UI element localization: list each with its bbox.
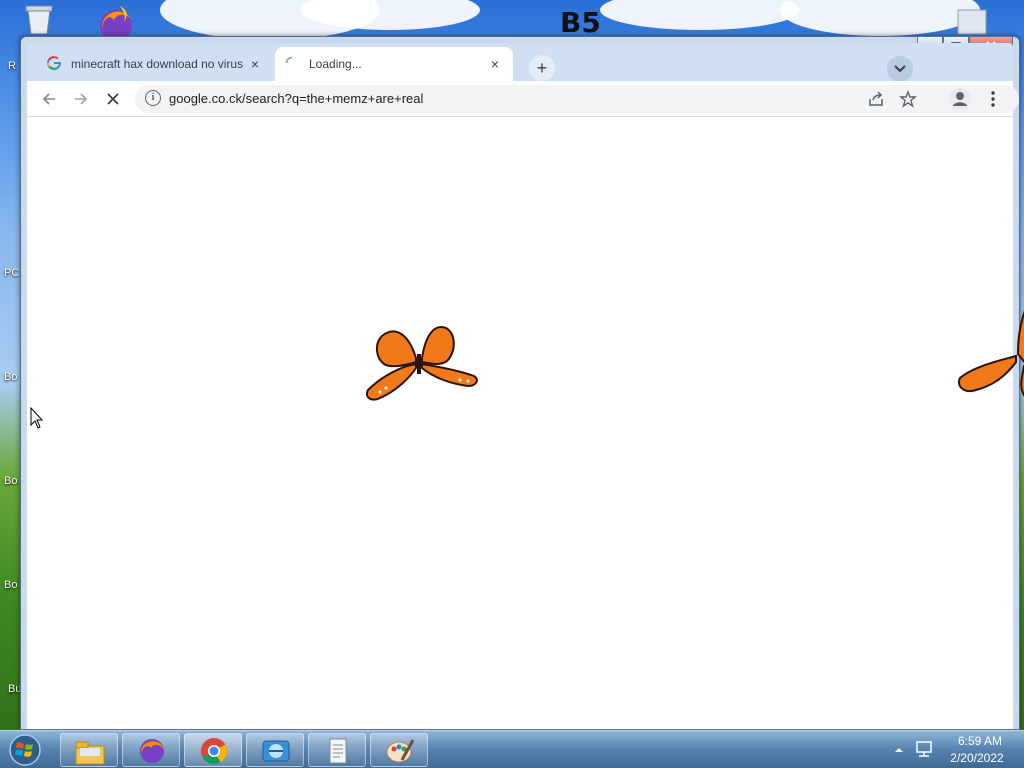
- tab-title: minecraft hax download no virus: [71, 57, 244, 71]
- new-tab-button[interactable]: +: [529, 55, 555, 81]
- taskbar-app-file-explorer[interactable]: [60, 733, 118, 767]
- desktop-label[interactable]: Bo: [4, 371, 17, 383]
- taskbar-app-paint[interactable]: [370, 733, 428, 767]
- network-icon[interactable]: [914, 739, 934, 759]
- tab-loading[interactable]: Loading... ×: [275, 47, 513, 81]
- taskbar-app-notepad[interactable]: [308, 733, 366, 767]
- clock-date[interactable]: 2/20/2022: [944, 751, 1010, 765]
- loading-spinner-icon: [285, 56, 299, 73]
- start-button[interactable]: [6, 733, 44, 767]
- tab-close-icon[interactable]: ×: [247, 56, 263, 72]
- back-arrow-icon[interactable]: [37, 87, 61, 111]
- cloud: [600, 0, 800, 30]
- scribble-text: B5: [560, 6, 601, 39]
- firefox-desktop-icon[interactable]: [94, 4, 138, 42]
- desktop-label[interactable]: R: [8, 60, 16, 72]
- google-favicon-icon: [47, 55, 62, 73]
- page-content: [27, 117, 1013, 729]
- internet-explorer-icon: [262, 740, 290, 762]
- show-hidden-icons-icon[interactable]: [894, 744, 904, 754]
- clock-time[interactable]: 6:59 AM: [950, 734, 1010, 748]
- desktop-label[interactable]: Bo: [4, 579, 17, 591]
- taskbar-app-firefox[interactable]: [122, 733, 180, 767]
- tab-minecraft-search[interactable]: minecraft hax download no virus ×: [37, 47, 273, 81]
- butterfly-sprite: [956, 304, 1024, 404]
- chrome-window: minecraft hax download no virus × Loadin…: [20, 36, 1020, 730]
- butterfly-sprite: [360, 322, 482, 404]
- tab-search-button[interactable]: [887, 56, 913, 82]
- desktop-label[interactable]: PC: [4, 267, 19, 279]
- browser-toolbar: i google.co.ck/search?q=the+memz+are+rea…: [27, 81, 1019, 117]
- mouse-cursor-icon: [30, 406, 44, 429]
- paint-icon: [386, 739, 415, 763]
- recycle-bin-icon[interactable]: [22, 4, 56, 35]
- tab-title: Loading...: [309, 57, 362, 71]
- taskbar-app-internet-explorer[interactable]: [246, 733, 304, 767]
- notepad-icon: [329, 738, 347, 764]
- taskbar-app-chrome[interactable]: [184, 733, 242, 767]
- site-info-icon[interactable]: i: [145, 90, 161, 106]
- browser-menu-icon[interactable]: [983, 89, 1003, 109]
- address-bar[interactable]: i google.co.ck/search?q=the+memz+are+rea…: [135, 85, 1019, 113]
- system-tray: 6:59 AM 2/20/2022: [888, 731, 1024, 768]
- taskbar: 6:59 AM 2/20/2022: [0, 730, 1024, 768]
- cloud: [780, 0, 980, 36]
- share-icon[interactable]: [867, 90, 885, 108]
- desktop-shortcut-icon[interactable]: [954, 8, 990, 36]
- desktop-label[interactable]: Bo: [4, 475, 17, 487]
- address-bar-url[interactable]: google.co.ck/search?q=the+memz+are+real: [169, 91, 423, 106]
- bookmark-star-icon[interactable]: [899, 90, 917, 108]
- stop-loading-icon[interactable]: [101, 87, 125, 111]
- tab-close-icon[interactable]: ×: [487, 56, 503, 72]
- forward-arrow-icon[interactable]: [69, 87, 93, 111]
- profile-avatar-icon[interactable]: [949, 88, 971, 110]
- file-explorer-icon: [75, 741, 105, 765]
- chrome-icon: [201, 738, 228, 765]
- firefox-icon: [140, 739, 164, 763]
- tab-strip: minecraft hax download no virus × Loadin…: [27, 43, 1013, 82]
